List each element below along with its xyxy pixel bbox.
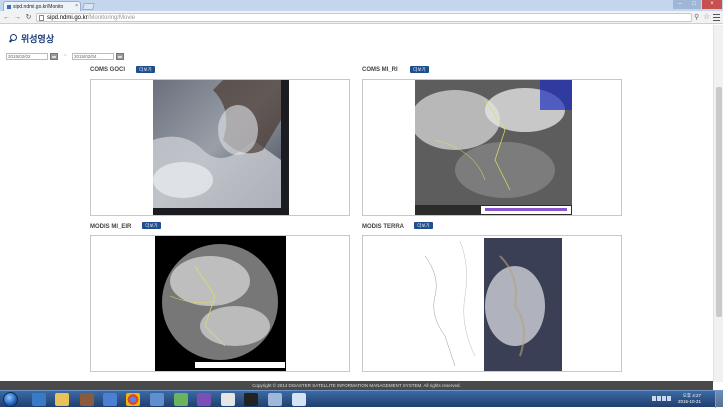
tray-icons[interactable] (652, 396, 678, 402)
browser-tab[interactable]: sipd.ndmi.go.kr/Monito × (3, 1, 81, 11)
clock-date: 2015-10-21 (677, 399, 701, 404)
scrollbar-thumb[interactable] (716, 87, 722, 317)
media-icon[interactable] (80, 393, 94, 406)
more-button-modis-terra[interactable]: 더보기 (414, 222, 433, 229)
browser-menu-icon[interactable] (713, 14, 720, 21)
end-date-input[interactable] (72, 52, 114, 60)
window-icon[interactable] (268, 393, 282, 406)
satellite-image-modis-terra[interactable] (420, 236, 566, 372)
favicon-icon (7, 4, 11, 9)
start-date-input[interactable] (6, 52, 48, 60)
page-title: 위성영상 (8, 32, 54, 45)
address-search-icon[interactable]: ⚲ (694, 13, 699, 21)
more-button-coms-mi-ri[interactable]: 더보기 (410, 66, 429, 73)
word-icon[interactable] (103, 393, 117, 406)
bookmark-star-icon[interactable]: ☆ (703, 12, 710, 21)
folder-icon[interactable] (55, 393, 69, 406)
image-panel-modis-terra (362, 235, 622, 372)
page-icon (39, 15, 44, 21)
calendar-icon[interactable] (116, 52, 124, 60)
satellite-image-coms-goci[interactable] (153, 80, 289, 216)
reload-icon[interactable]: ↻ (24, 13, 33, 22)
page-scrollbar[interactable] (713, 25, 723, 382)
panel-label-modis-terra: MODIS TERRA (362, 224, 404, 230)
visual-studio-icon[interactable] (197, 393, 211, 406)
tab-strip: sipd.ndmi.go.kr/Monito × – □ × (0, 0, 723, 11)
back-arrow-icon[interactable]: ← (2, 13, 11, 22)
taskbar: 오후 4:27 2015-10-21 (0, 390, 723, 408)
chrome-icon[interactable] (126, 393, 140, 406)
panel-label-coms-goci: COMS GOCI (90, 67, 126, 73)
image-panel-modis-mi-eir (90, 235, 350, 372)
date-filter: ~ (6, 52, 124, 60)
page-footer: Copyright © 2014 DISASTER SATELLITE INFO… (0, 381, 713, 390)
more-button-coms-goci[interactable]: 더보기 (136, 66, 155, 73)
network-icon[interactable] (150, 393, 164, 406)
browser-toolbar: ← → ↻ sipd.ndmi.go.kr/Monitoring/Movie ⚲… (0, 11, 723, 24)
magnifier-icon (8, 34, 17, 43)
maximize-button[interactable]: □ (687, 0, 701, 9)
close-window-button[interactable]: × (702, 0, 722, 9)
notepad-icon[interactable] (221, 393, 235, 406)
satellite-image-modis-mi-eir[interactable] (155, 236, 286, 372)
satellite-image-coms-mi-ri[interactable] (415, 80, 572, 216)
url-path: /Monitoring/Movie (87, 15, 136, 21)
url-host: sipd.ndmi.go.kr (47, 15, 88, 21)
page-title-text: 위성영상 (21, 34, 55, 44)
minimize-button[interactable]: – (673, 0, 687, 9)
date-separator: ~ (63, 53, 67, 59)
ie-icon[interactable] (32, 393, 46, 406)
new-tab-button[interactable] (82, 3, 95, 10)
panel-label-modis-mi-eir: MODIS MI_EIR (90, 224, 132, 230)
image-panel-coms-mi-ri (362, 79, 622, 216)
image-panel-coms-goci (90, 79, 350, 216)
panel-label-coms-mi-ri: COMS MI_RI (362, 67, 398, 73)
system-clock[interactable]: 오후 4:27 2015-10-21 (678, 393, 701, 405)
start-button[interactable] (3, 392, 18, 407)
document-icon[interactable] (292, 393, 306, 406)
tab-title: sipd.ndmi.go.kr/Monito (13, 3, 64, 10)
forward-arrow-icon[interactable]: → (13, 13, 22, 22)
terminal-icon[interactable] (244, 393, 258, 406)
show-desktop-button[interactable] (715, 391, 723, 408)
calendar-icon[interactable] (50, 52, 58, 60)
ie-browser-icon[interactable] (174, 393, 188, 406)
tab-close-icon[interactable]: × (75, 3, 78, 9)
address-bar[interactable]: sipd.ndmi.go.kr/Monitoring/Movie (36, 13, 692, 22)
more-button-modis-mi-eir[interactable]: 더보기 (142, 222, 161, 229)
